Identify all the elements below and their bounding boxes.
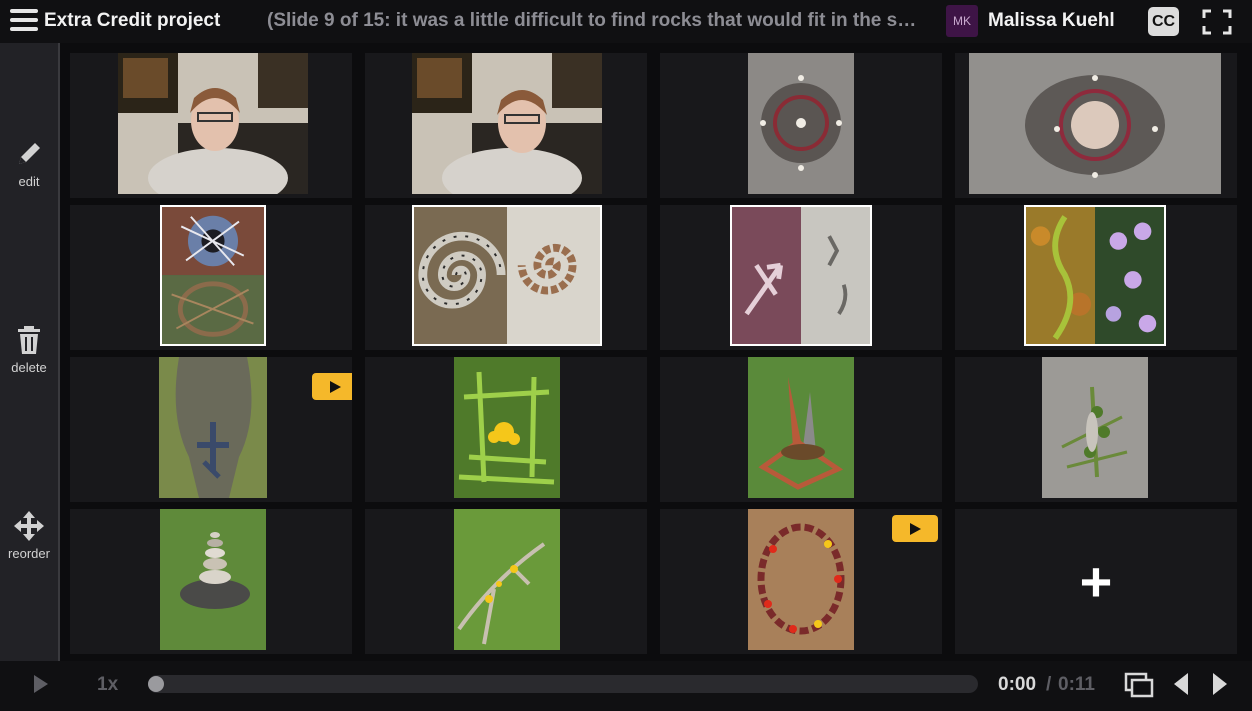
slide-thumbnail[interactable]: [365, 205, 647, 350]
top-bar: Extra Credit project (Slide 9 of 15: it …: [0, 0, 1252, 43]
player-bar: 1x 0:00 / 0:11: [0, 661, 1252, 711]
slide-thumbnail[interactable]: [955, 53, 1237, 198]
slide-thumbnail[interactable]: [660, 205, 942, 350]
next-slide-icon[interactable]: [1213, 673, 1227, 695]
slide-grid: +: [62, 46, 1250, 658]
slide-image-chalk-arrows: [730, 205, 872, 346]
slide-thumbnail[interactable]: [70, 205, 352, 350]
slide-image-ring-on-gravel-wide: [969, 53, 1221, 194]
pencil-icon: [19, 143, 40, 164]
current-time: 0:00: [998, 674, 1037, 695]
slide-image-stick-nests: [160, 205, 266, 346]
edit-button[interactable]: edit: [0, 138, 58, 189]
total-time: 0:11: [1058, 674, 1095, 695]
avatar[interactable]: MK: [946, 5, 978, 37]
slide-caption: (Slide 9 of 15: it was a little difficul…: [267, 10, 927, 31]
user-name[interactable]: Malissa Kuehl: [988, 10, 1120, 32]
previous-slide-icon[interactable]: [1174, 673, 1188, 695]
slide-thumbnail[interactable]: [70, 53, 352, 198]
slide-image-webcam: [118, 53, 308, 194]
slide-thumbnail[interactable]: [955, 205, 1237, 350]
slide-thumbnail[interactable]: [365, 509, 647, 654]
trash-icon: [18, 326, 40, 354]
move-arrows-icon: [14, 511, 44, 541]
add-slide-icon[interactable]: +: [955, 509, 1237, 654]
slide-image-leaves-and-flowers: [1024, 205, 1166, 346]
slide-thumbnail[interactable]: [660, 509, 942, 654]
slide-thumbnail[interactable]: [955, 357, 1237, 502]
scrubber-handle[interactable]: [148, 676, 164, 692]
slide-image-flower-ring-on-dirt: [748, 509, 854, 650]
progress-scrubber[interactable]: [148, 675, 978, 693]
sidebar: edit delete reorder: [0, 43, 60, 661]
slide-image-bark-sculpture-on-grass: [748, 357, 854, 498]
video-indicator-icon[interactable]: [312, 373, 352, 400]
time-separator: /: [1046, 674, 1052, 695]
slide-image-leaf-figure-on-concrete: [1042, 357, 1148, 498]
slide-image-webcam: [412, 53, 602, 194]
menu-icon[interactable]: [10, 9, 38, 33]
slide-image-rock-figure-on-grass: [159, 357, 267, 498]
slide-image-leaf-square-on-grass: [454, 357, 560, 498]
fullscreen-icon[interactable]: [1202, 9, 1232, 35]
edit-label: edit: [18, 174, 40, 189]
slide-thumbnail[interactable]: [365, 357, 647, 502]
slide-thumbnail[interactable]: [70, 509, 352, 654]
video-indicator-icon[interactable]: [892, 515, 938, 542]
slide-thumbnail[interactable]: [70, 357, 352, 502]
reorder-label: reorder: [8, 546, 50, 561]
slide-image-sticks-on-grass: [454, 509, 560, 650]
reorder-button[interactable]: reorder: [0, 510, 58, 561]
slide-thumbnail[interactable]: [660, 53, 942, 198]
slide-image-stacked-rocks-on-grass: [160, 509, 266, 650]
slide-image-stone-spirals: [412, 205, 602, 346]
add-slide-cell[interactable]: +: [955, 509, 1237, 654]
delete-label: delete: [11, 360, 47, 375]
closed-captions-button[interactable]: CC: [1148, 7, 1179, 36]
slide-thumbnail[interactable]: [365, 53, 647, 198]
delete-button[interactable]: delete: [0, 324, 58, 375]
project-title: Extra Credit project: [44, 10, 221, 31]
play-icon[interactable]: [34, 675, 48, 693]
slide-thumbnail[interactable]: [660, 357, 942, 502]
playback-speed[interactable]: 1x: [97, 674, 118, 696]
picture-in-picture-icon[interactable]: [1124, 672, 1154, 698]
slide-image-ring-on-gravel: [748, 53, 854, 194]
